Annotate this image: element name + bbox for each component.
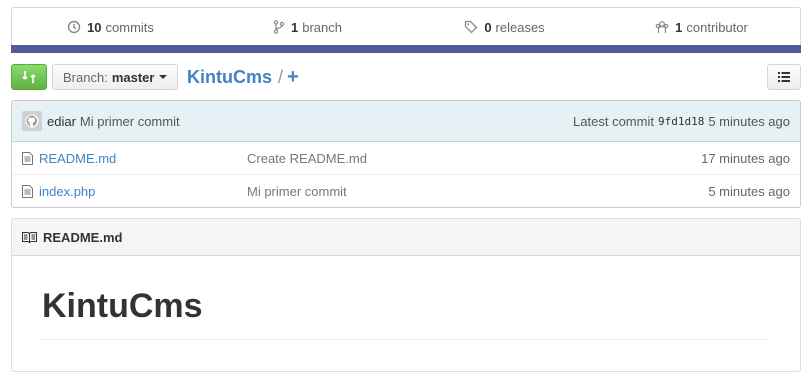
commits-stat[interactable]: 10 commits	[12, 20, 209, 35]
table-row: index.php Mi primer commit 5 minutes ago	[12, 175, 800, 207]
readme-header: README.md	[12, 219, 800, 256]
chevron-down-icon	[159, 75, 168, 79]
octocat-icon	[25, 114, 39, 128]
branch-select-button[interactable]: Branch: master	[52, 64, 179, 90]
avatar[interactable]	[22, 111, 42, 131]
latest-commit-label: Latest commit	[573, 113, 654, 129]
commit-meta: Latest commit 9fd1d18 5 minutes ago	[573, 114, 790, 129]
list-icon	[778, 72, 790, 82]
repo-name-link[interactable]: KintuCms	[187, 67, 272, 88]
book-icon	[22, 231, 37, 243]
branches-label: branch	[302, 19, 342, 35]
releases-label: releases	[495, 19, 545, 35]
tag-icon	[465, 20, 478, 34]
commit-age: 5 minutes ago	[708, 113, 790, 129]
organization-icon	[655, 21, 669, 33]
breadcrumb-separator: /	[278, 66, 284, 87]
commit-message-link[interactable]: Mi primer commit	[80, 114, 180, 129]
table-row: README.md Create README.md 17 minutes ag…	[12, 142, 800, 175]
readme-title: KintuCms	[42, 286, 770, 340]
readme-content: KintuCms	[12, 256, 800, 340]
compare-icon	[22, 71, 36, 83]
commit-sha-link[interactable]: 9fd1d18	[658, 115, 704, 128]
contributors-stat[interactable]: 1 contributor	[603, 20, 800, 35]
compare-button[interactable]	[11, 64, 47, 90]
language-bar[interactable]	[11, 45, 801, 53]
readme-box: README.md KintuCms	[11, 218, 801, 372]
file-icon	[22, 185, 34, 198]
readme-filename: README.md	[43, 229, 123, 245]
releases-count: 0	[484, 19, 492, 35]
releases-stat[interactable]: 0 releases	[406, 20, 603, 35]
file-icon	[22, 151, 34, 165]
latest-commit-bar: ediar Mi primer commit Latest commit 9fd…	[12, 101, 800, 142]
breadcrumb: KintuCms / +	[187, 64, 299, 90]
file-commit-message-link[interactable]: Create README.md	[247, 151, 367, 166]
branch-name: master	[111, 69, 155, 85]
file-table: ediar Mi primer commit Latest commit 9fd…	[11, 100, 801, 208]
add-file-button[interactable]: +	[287, 66, 299, 89]
branches-stat[interactable]: 1 branch	[209, 20, 406, 35]
commits-count: 10	[87, 19, 102, 35]
file-commit-message-link[interactable]: Mi primer commit	[247, 184, 347, 199]
history-icon	[67, 20, 81, 34]
branches-count: 1	[291, 19, 299, 35]
contributors-label: contributor	[686, 19, 748, 35]
list-view-button[interactable]	[767, 64, 801, 90]
contributors-count: 1	[675, 19, 683, 35]
file-age: 5 minutes ago	[708, 184, 790, 199]
file-age: 17 minutes ago	[701, 150, 790, 166]
file-name-link[interactable]: README.md	[39, 151, 247, 166]
repo-stats-bar: 10 commits 1 branch 0 releases 1 contrib…	[11, 7, 801, 53]
file-name-link[interactable]: index.php	[39, 184, 247, 199]
commit-author-link[interactable]: ediar	[47, 114, 76, 129]
branch-icon	[273, 20, 285, 34]
commits-label: commits	[105, 19, 154, 35]
branch-label: Branch:	[63, 69, 108, 85]
